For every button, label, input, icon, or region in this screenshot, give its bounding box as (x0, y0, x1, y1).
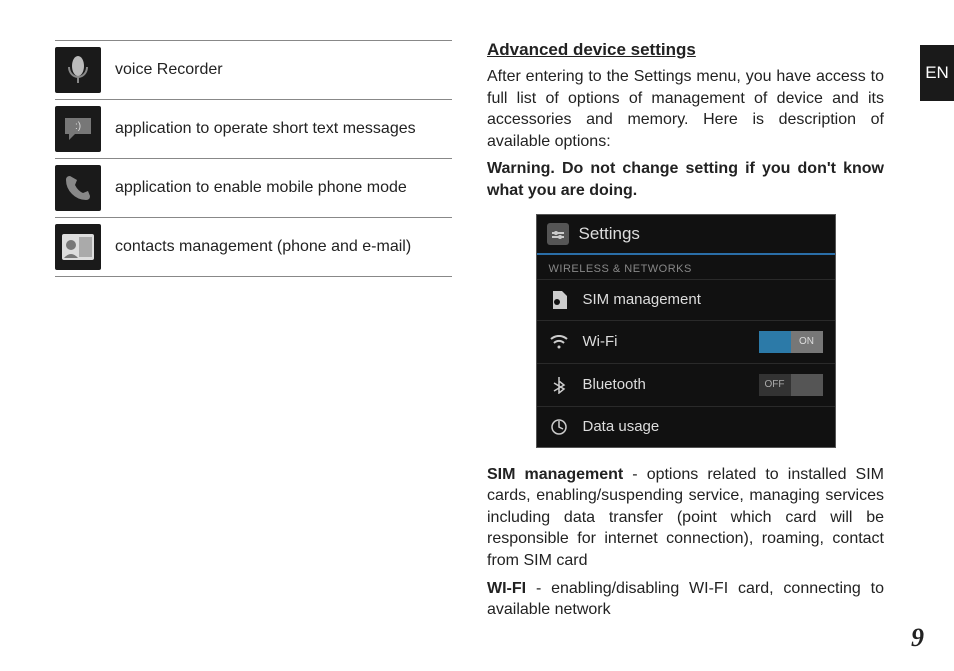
settings-screenshot: Settings WIRELESS & NETWORKS SIM managem… (536, 214, 836, 448)
wifi-toggle[interactable]: ON (759, 331, 823, 353)
sim-icon (549, 290, 569, 310)
wifi-term: WI-FI (487, 580, 526, 597)
language-tab[interactable]: EN (920, 45, 954, 101)
mic-icon (55, 47, 101, 93)
settings-row-label: SIM management (583, 291, 823, 308)
settings-title-bar: Settings (537, 215, 835, 255)
data-icon (549, 417, 569, 437)
phone-icon (55, 165, 101, 211)
app-label: contacts management (phone and e-mail) (115, 238, 411, 256)
apps-table: voice Recorder :) application to operate… (55, 40, 477, 651)
page-number: 9 (911, 623, 924, 653)
section-heading: Advanced device settings (487, 40, 884, 60)
app-label: voice Recorder (115, 61, 223, 79)
settings-row-label: Data usage (583, 418, 823, 435)
app-row: application to enable mobile phone mode (55, 159, 452, 218)
intro-text: After entering to the Settings menu, you… (487, 66, 884, 152)
app-row: :) application to operate short text mes… (55, 100, 452, 159)
sim-term: SIM management (487, 466, 623, 483)
wifi-description: WI-FI - enabling/disabling WI-FI card, c… (487, 578, 884, 621)
settings-icon (547, 223, 569, 245)
wifi-icon (549, 332, 569, 352)
contacts-icon (55, 224, 101, 270)
message-icon: :) (55, 106, 101, 152)
settings-section-label: WIRELESS & NETWORKS (537, 255, 835, 279)
settings-row-bluetooth[interactable]: Bluetooth OFF (537, 363, 835, 406)
settings-row-sim[interactable]: SIM management (537, 279, 835, 320)
app-row: voice Recorder (55, 40, 452, 100)
svg-text::): :) (75, 121, 81, 132)
app-label: application to operate short text messag… (115, 120, 416, 138)
settings-row-wifi[interactable]: Wi-Fi ON (537, 320, 835, 363)
sim-description: SIM management - options related to inst… (487, 464, 884, 572)
app-row: contacts management (phone and e-mail) (55, 218, 452, 277)
warning-text: Warning. Do not change setting if you do… (487, 158, 884, 201)
settings-row-data[interactable]: Data usage (537, 406, 835, 447)
bluetooth-toggle[interactable]: OFF (759, 374, 823, 396)
settings-title: Settings (579, 224, 640, 244)
bt-icon (549, 375, 569, 395)
app-label: application to enable mobile phone mode (115, 179, 407, 197)
settings-row-label: Bluetooth (583, 376, 759, 393)
settings-row-label: Wi-Fi (583, 333, 759, 350)
